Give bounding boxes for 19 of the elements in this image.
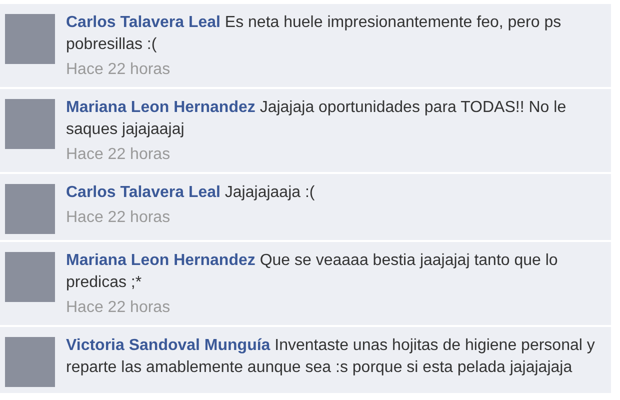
author-link[interactable]: Mariana Leon Hernandez [66,99,256,116]
avatar-placeholder [5,184,55,234]
comment-text: Carlos Talavera Leal Jajajajaaja :( [66,183,315,203]
avatar-placeholder [5,14,55,64]
comment-text: Mariana Leon Hernandez Jajajaja oportunidades para TODAS!! No le saques jajajaajaj [66,98,568,140]
comment-time: Hace 22 horas [66,298,170,318]
avatar-placeholder [5,252,55,302]
comment-time: Hace 22 horas [66,208,170,228]
comment-text: Victoria Sandoval Munguía Inventaste unas hojitas de higiene personal y reparte las amablemente aunque sea :s porque si esta pelada jajajajaja [66,336,596,378]
comment-text: Mariana Leon Hernandez Que se veaaaa bestia jaajajaj tanto que lo predicas ;* [66,251,559,293]
comment-text: Carlos Talavera Leal Es neta huele impresionantemente feo, pero ps pobresillas :( [66,13,562,55]
comment-time: Hace 22 horas [66,60,170,80]
author-link[interactable]: Carlos Talavera Leal [66,184,220,201]
author-link[interactable]: Victoria Sandoval Munguía [66,337,270,354]
author-link[interactable]: Mariana Leon Hernandez [66,252,256,269]
avatar-placeholder [5,337,55,387]
avatar-placeholder [5,99,55,149]
comment-time: Hace 22 horas [66,145,170,165]
author-link[interactable]: Carlos Talavera Leal [66,14,220,31]
